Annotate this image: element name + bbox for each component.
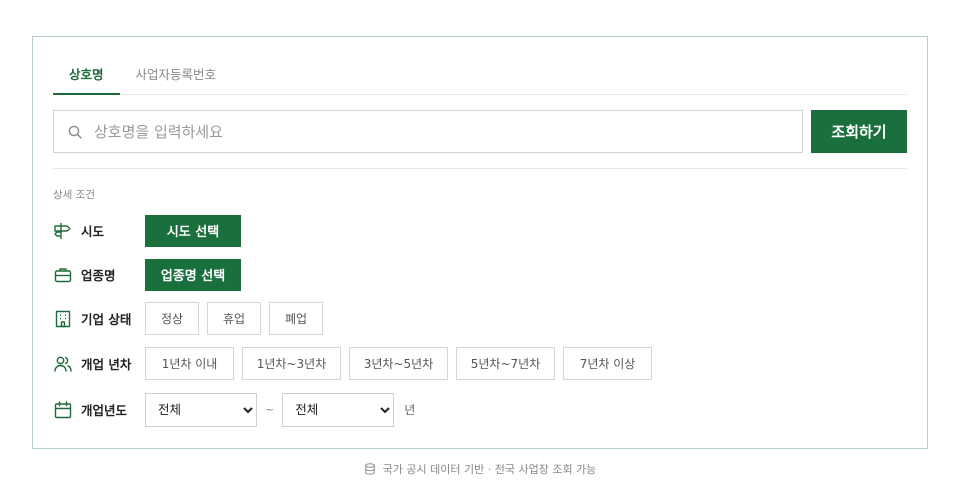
- years-option-1[interactable]: 1년차 이내: [145, 347, 234, 380]
- filter-label-status: 기업 상태: [81, 312, 132, 327]
- year-unit: 년: [404, 403, 416, 417]
- divider: [53, 168, 907, 169]
- search-card: 상호명 사업자등록번호 조회하기 상세 조건 시도 시도 선택 업종명 업종명 …: [32, 36, 928, 449]
- filter-row-region: 시도 시도 선택: [53, 214, 241, 247]
- section-label: 상세 조건: [53, 189, 95, 201]
- signpost-icon: [53, 221, 73, 241]
- filter-row-industry: 업종명 업종명 선택: [53, 258, 241, 291]
- search-button[interactable]: 조회하기: [811, 110, 907, 153]
- database-icon: [364, 463, 376, 475]
- status-option-closed[interactable]: 폐업: [269, 302, 323, 335]
- building-icon: [53, 309, 73, 329]
- filter-row-year-range: 개업년도 전체 ~ 전체 년: [53, 392, 416, 427]
- years-option-3[interactable]: 3년차~5년차: [349, 347, 448, 380]
- year-from-select[interactable]: 전체: [145, 392, 257, 427]
- status-option-normal[interactable]: 정상: [145, 302, 199, 335]
- filter-row-years: 개업 년차 1년차 이내 1년차~3년차 3년차~5년차 5년차~7년차 7년차…: [53, 347, 660, 380]
- search-input[interactable]: [94, 111, 802, 152]
- years-option-5[interactable]: 7년차 이상: [563, 347, 652, 380]
- briefcase-icon: [53, 265, 73, 285]
- search-icon: [68, 125, 82, 139]
- footer-note: 국가 공시 데이터 기반 · 전국 사업장 조회 가능: [0, 461, 960, 477]
- filter-row-status: 기업 상태 정상 휴업 폐업: [53, 302, 331, 335]
- status-option-suspended[interactable]: 휴업: [207, 302, 261, 335]
- footer-text: 국가 공시 데이터 기반 · 전국 사업장 조회 가능: [382, 463, 597, 476]
- users-icon: [53, 354, 73, 374]
- calendar-icon: [53, 400, 73, 420]
- filter-label-years: 개업 년차: [81, 357, 132, 372]
- range-separator: ~: [265, 403, 275, 416]
- search-type-tabs: 상호명 사업자등록번호: [53, 57, 907, 95]
- filter-label-region: 시도: [81, 224, 105, 239]
- tab-business-name[interactable]: 상호명: [53, 57, 120, 95]
- years-option-2[interactable]: 1년차~3년차: [242, 347, 341, 380]
- filter-label-industry: 업종명: [81, 268, 116, 283]
- search-input-box[interactable]: [53, 110, 803, 153]
- year-to-select[interactable]: 전체: [282, 392, 395, 427]
- years-option-4[interactable]: 5년차~7년차: [456, 347, 555, 380]
- region-select-button[interactable]: 시도 선택: [145, 214, 241, 247]
- tab-business-registration-number[interactable]: 사업자등록번호: [120, 57, 233, 95]
- industry-select-button[interactable]: 업종명 선택: [145, 258, 241, 291]
- filter-label-year-range: 개업년도: [81, 403, 128, 418]
